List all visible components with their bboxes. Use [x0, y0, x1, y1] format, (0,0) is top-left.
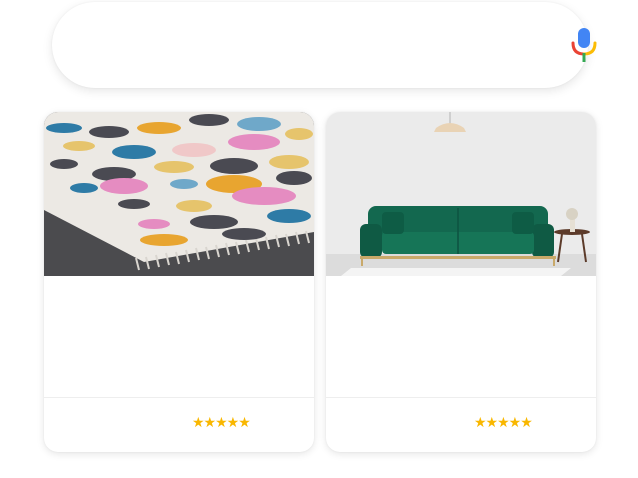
shopping-results-screen: ★★★★★ ★★★★★ [0, 0, 638, 478]
card-footer: ★★★★★ [326, 398, 596, 452]
card-footer: ★★★★★ [44, 398, 314, 452]
search-bar[interactable] [52, 2, 597, 88]
product-details [326, 276, 596, 398]
product-card[interactable]: ★★★★★ [326, 112, 596, 452]
product-card[interactable]: ★★★★★ [44, 112, 314, 452]
microphone-icon [571, 28, 597, 62]
green-sofa-image [326, 112, 596, 276]
voice-search-button[interactable] [568, 27, 600, 65]
product-image[interactable] [44, 112, 314, 276]
star-rating: ★★★★★ [474, 415, 533, 431]
star-rating: ★★★★★ [192, 415, 251, 431]
product-details [44, 276, 314, 398]
product-image[interactable] [326, 112, 596, 276]
patterned-rug-image [44, 112, 314, 276]
